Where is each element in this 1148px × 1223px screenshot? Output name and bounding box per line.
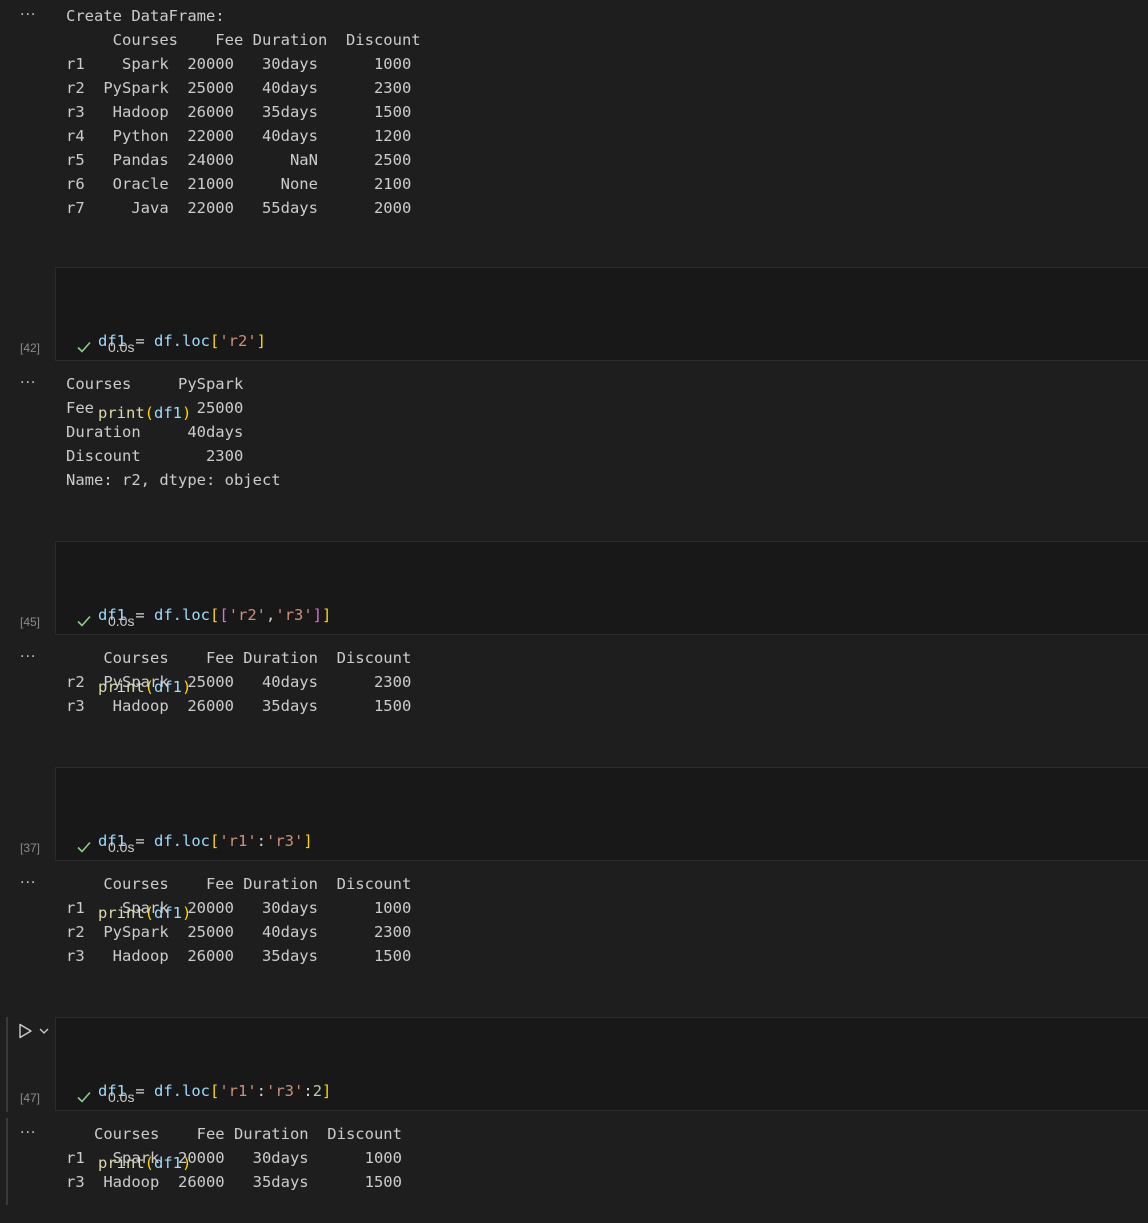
code-token: df.loc xyxy=(154,832,210,850)
code-cell-47[interactable]: df1 = df.loc['r1':'r3':2] print(df1) 0.0… xyxy=(55,1017,1148,1172)
chevron-down-icon[interactable] xyxy=(38,1025,50,1037)
code-token: ] xyxy=(322,1082,332,1100)
output-text: Courses Fee Duration Discount r2 PySpark… xyxy=(66,649,412,715)
code-token: ] xyxy=(303,832,313,850)
execution-count: [37] xyxy=(20,841,41,855)
execution-count: [47] xyxy=(20,1091,41,1105)
code-token: 'r2' xyxy=(228,606,267,624)
check-icon xyxy=(77,615,91,627)
cell-status: 0.0s xyxy=(76,1088,134,1106)
output-text: Courses Fee Duration Discount r1 Spark 2… xyxy=(66,1125,402,1191)
code-token: ] xyxy=(312,606,323,624)
code-token: 'r2' xyxy=(219,332,257,350)
code-token: [ xyxy=(210,1082,220,1100)
code-token: 'r3' xyxy=(266,1082,304,1100)
cell-focus-indicator xyxy=(6,1017,8,1112)
code-token: : xyxy=(256,1082,267,1100)
code-token: df.loc xyxy=(154,332,210,350)
output-block-0: ··· Create DataFrame: Courses Fee Durati… xyxy=(0,4,1148,224)
execution-time: 0.0s xyxy=(108,339,135,355)
output-text: Courses Fee Duration Discount r1 Spark 2… xyxy=(66,875,412,965)
check-icon xyxy=(77,1091,91,1103)
cell-status: 0.0s xyxy=(76,612,134,630)
code-token: df.loc xyxy=(154,606,210,624)
output-text: Create DataFrame: Courses Fee Duration D… xyxy=(66,7,421,217)
output-more-icon[interactable]: ··· xyxy=(20,876,38,890)
code-token: 'r1' xyxy=(219,832,257,850)
code-cell-45[interactable]: df1 = df.loc[['r2','r3']] print(df1) 0.0… xyxy=(55,541,1148,696)
output-more-icon[interactable]: ··· xyxy=(20,1126,38,1140)
check-icon xyxy=(77,841,91,853)
code-token: 'r1' xyxy=(219,1082,257,1100)
output-block-1: ··· Courses PySpark Fee 25000 Duration 4… xyxy=(0,372,1148,502)
code-token: [ xyxy=(219,606,229,624)
execution-time: 0.0s xyxy=(108,1089,135,1105)
code-token: 2 xyxy=(312,1082,323,1100)
output-block-4: ··· Courses Fee Duration Discount r1 Spa… xyxy=(0,1122,1148,1202)
output-more-icon[interactable]: ··· xyxy=(20,376,38,390)
code-token: , xyxy=(266,606,276,624)
code-token: [ xyxy=(210,832,220,850)
code-token: : xyxy=(256,832,267,850)
output-more-icon[interactable]: ··· xyxy=(20,8,38,22)
code-token: 'r3' xyxy=(266,832,304,850)
output-block-3: ··· Courses Fee Duration Discount r1 Spa… xyxy=(0,872,1148,972)
output-block-2: ··· Courses Fee Duration Discount r2 PyS… xyxy=(0,646,1148,726)
code-token: ] xyxy=(322,606,332,624)
cell-status: 0.0s xyxy=(76,838,134,856)
execution-count: [42] xyxy=(20,341,41,355)
code-token: df.loc xyxy=(154,1082,210,1100)
execution-time: 0.0s xyxy=(108,613,135,629)
code-cell-37[interactable]: df1 = df.loc['r1':'r3'] print(df1) 0.0s xyxy=(55,767,1148,922)
code-token: [ xyxy=(210,332,220,350)
output-text: Courses PySpark Fee 25000 Duration 40day… xyxy=(66,375,281,489)
code-token: ] xyxy=(256,332,267,350)
output-more-icon[interactable]: ··· xyxy=(20,650,38,664)
check-icon xyxy=(77,341,91,353)
code-token: [ xyxy=(210,606,220,624)
execution-time: 0.0s xyxy=(108,839,135,855)
execution-count: [45] xyxy=(20,615,41,629)
code-token: 'r3' xyxy=(275,606,313,624)
cell-status: 0.0s xyxy=(76,338,134,356)
play-icon[interactable] xyxy=(16,1022,34,1040)
code-token: : xyxy=(303,1082,313,1100)
code-cell-42[interactable]: df1 = df.loc['r2'] print(df1) 0.0s xyxy=(55,267,1148,422)
